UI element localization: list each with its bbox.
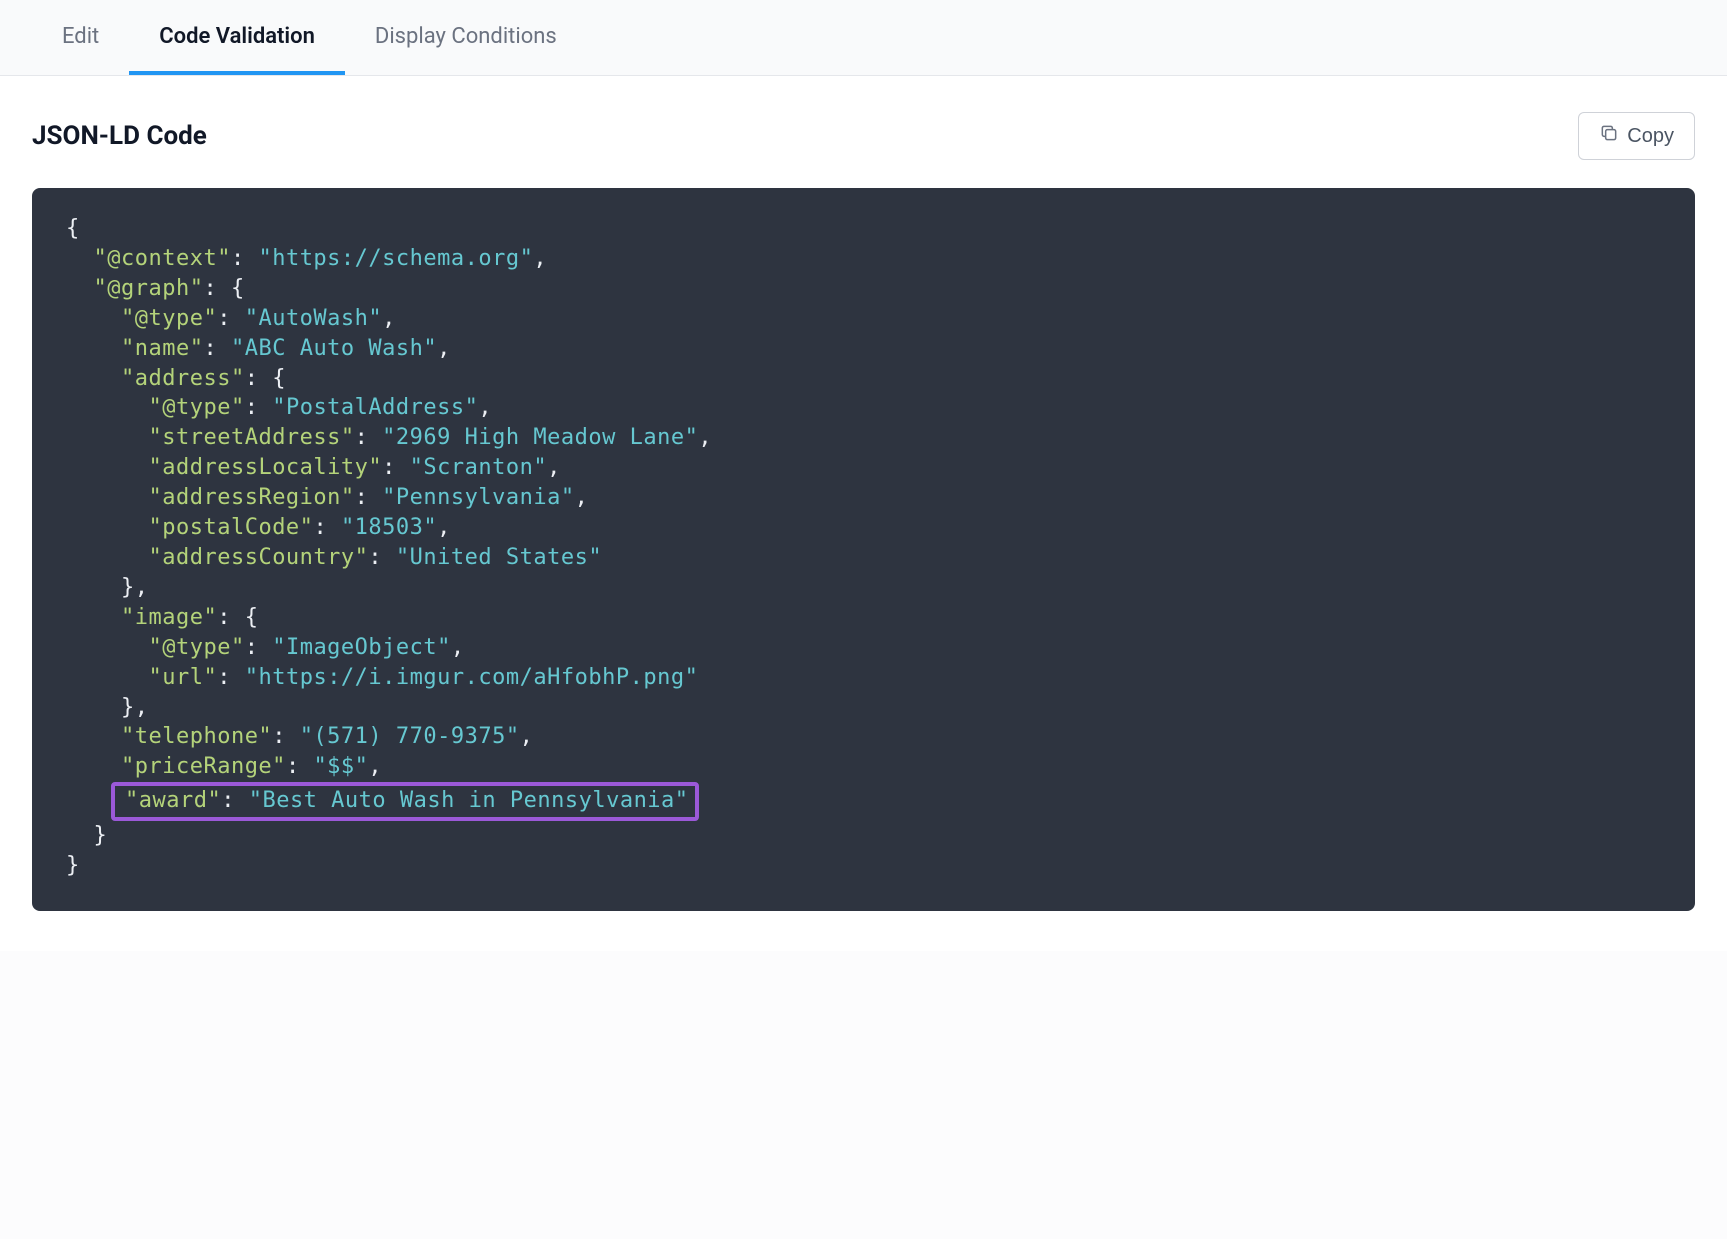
- tab-code-validation[interactable]: Code Validation: [129, 0, 345, 75]
- code-value: "Scranton": [410, 455, 547, 480]
- copy-button-label: Copy: [1627, 125, 1674, 148]
- code-key: "addressLocality": [148, 455, 382, 480]
- code-value: "ABC Auto Wash": [231, 336, 437, 361]
- tab-bar: Edit Code Validation Display Conditions: [0, 0, 1727, 76]
- highlighted-line: "award": "Best Auto Wash in Pennsylvania…: [111, 782, 699, 821]
- code-key: "@context": [94, 246, 231, 271]
- code-key: "@type": [121, 306, 217, 331]
- code-value: "(571) 770-9375": [300, 724, 520, 749]
- code-key: "@graph": [94, 276, 204, 301]
- code-key: "postalCode": [148, 515, 313, 540]
- code-key: "@type": [148, 635, 244, 660]
- code-key: "address": [121, 366, 245, 391]
- code-value: "Pennsylvania": [382, 485, 574, 510]
- code-value: "18503": [341, 515, 437, 540]
- code-key: "image": [121, 605, 217, 630]
- code-key: "priceRange": [121, 754, 286, 779]
- code-key: "name": [121, 336, 203, 361]
- code-value: "Best Auto Wash in Pennsylvania": [249, 788, 689, 813]
- code-value: "https://i.imgur.com/aHfobhP.png": [245, 665, 699, 690]
- code-key: "telephone": [121, 724, 272, 749]
- section-header: JSON-LD Code Copy: [32, 112, 1695, 160]
- section-title: JSON-LD Code: [32, 121, 207, 151]
- code-value: "United States": [396, 545, 602, 570]
- code-key: "addressCountry": [148, 545, 368, 570]
- code-key: "url": [148, 665, 217, 690]
- code-value: "2969 High Meadow Lane": [382, 425, 698, 450]
- code-key: "award": [125, 788, 221, 813]
- code-value: "ImageObject": [272, 635, 451, 660]
- copy-button[interactable]: Copy: [1578, 112, 1695, 160]
- code-key: "@type": [148, 395, 244, 420]
- tab-display-conditions[interactable]: Display Conditions: [345, 0, 587, 75]
- content-area: JSON-LD Code Copy { "@context": "https:/…: [0, 76, 1727, 951]
- tab-edit[interactable]: Edit: [32, 0, 129, 75]
- copy-icon: [1599, 123, 1619, 149]
- code-block[interactable]: { "@context": "https://schema.org", "@gr…: [32, 188, 1695, 911]
- code-key: "streetAddress": [148, 425, 354, 450]
- code-value: "https://schema.org": [258, 246, 533, 271]
- code-value: "AutoWash": [245, 306, 382, 331]
- code-key: "addressRegion": [148, 485, 354, 510]
- code-value: "PostalAddress": [272, 395, 478, 420]
- code-value: "$$": [313, 754, 368, 779]
